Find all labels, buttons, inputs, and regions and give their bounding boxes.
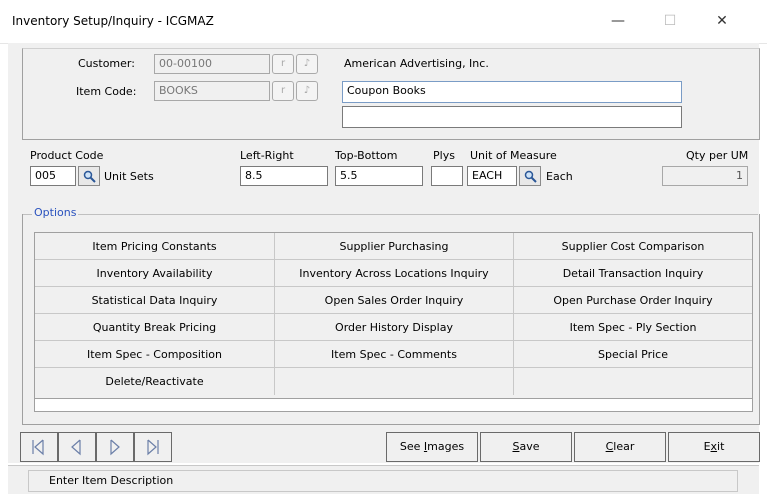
item-code-label: Item Code:: [76, 85, 137, 98]
uom-input[interactable]: EACH: [467, 166, 517, 186]
option-open-sales-order-inquiry[interactable]: Open Sales Order Inquiry: [275, 287, 514, 314]
left-right-label: Left-Right: [240, 149, 294, 162]
window-title: Inventory Setup/Inquiry - ICGMAZ: [12, 14, 214, 28]
exit-button[interactable]: Exit: [668, 432, 760, 462]
option-supplier-cost-comparison[interactable]: Supplier Cost Comparison: [514, 233, 752, 260]
product-code-lookup-button[interactable]: [78, 166, 100, 186]
options-legend: Options: [32, 206, 79, 219]
customer-edit-button[interactable]: ♪: [296, 54, 318, 74]
title-bar: Inventory Setup/Inquiry - ICGMAZ — ☐ ✕: [0, 0, 767, 44]
exit-label-pre: E: [703, 440, 711, 453]
option-item-spec-comments[interactable]: Item Spec - Comments: [275, 341, 514, 368]
uom-lookup-button[interactable]: [519, 166, 541, 186]
plys-input[interactable]: [431, 166, 463, 186]
option-quantity-break-pricing[interactable]: Quantity Break Pricing: [35, 314, 275, 341]
option-supplier-purchasing[interactable]: Supplier Purchasing: [275, 233, 514, 260]
qty-per-um-input[interactable]: 1: [662, 166, 748, 186]
next-record-button[interactable]: [96, 432, 134, 462]
option-item-spec-ply-section[interactable]: Item Spec - Ply Section: [514, 314, 752, 341]
option-delete-reactivate[interactable]: Delete/Reactivate: [35, 368, 275, 395]
item-description-2-input[interactable]: [342, 106, 682, 128]
option-inventory-availability[interactable]: Inventory Availability: [35, 260, 275, 287]
save-button[interactable]: Save: [480, 432, 572, 462]
option-item-spec-composition[interactable]: Item Spec - Composition: [35, 341, 275, 368]
options-grid: Item Pricing Constants Supplier Purchasi…: [34, 232, 753, 399]
see-images-label-pre: See: [399, 440, 424, 453]
uom-label: Unit of Measure: [470, 149, 557, 162]
last-record-button[interactable]: [134, 432, 172, 462]
item-code-input[interactable]: BOOKS: [154, 81, 270, 101]
option-detail-transaction-inquiry[interactable]: Detail Transaction Inquiry: [514, 260, 752, 287]
option-item-pricing-constants[interactable]: Item Pricing Constants: [35, 233, 275, 260]
item-description-input[interactable]: Coupon Books: [342, 81, 682, 103]
customer-name: American Advertising, Inc.: [344, 57, 489, 70]
magnifier-icon: [524, 170, 537, 183]
qty-per-um-label: Qty per UM: [686, 149, 749, 162]
option-empty-cell: [275, 368, 514, 395]
maximize-button[interactable]: ☐: [650, 8, 690, 34]
first-record-button[interactable]: [20, 432, 58, 462]
form-body: Customer: 00-00100 r ♪ American Advertis…: [8, 43, 760, 463]
option-order-history-display[interactable]: Order History Display: [275, 314, 514, 341]
option-open-purchase-order-inquiry[interactable]: Open Purchase Order Inquiry: [514, 287, 752, 314]
save-label-post: ave: [519, 440, 540, 453]
customer-label: Customer:: [78, 57, 135, 70]
clear-button[interactable]: Clear: [574, 432, 666, 462]
top-bottom-input[interactable]: 5.5: [335, 166, 423, 186]
customer-input[interactable]: 00-00100: [154, 54, 270, 74]
item-code-edit-button[interactable]: ♪: [296, 81, 318, 101]
option-empty-cell: [514, 368, 752, 395]
uom-desc: Each: [546, 170, 573, 183]
magnifier-icon: [83, 170, 96, 183]
product-code-label: Product Code: [30, 149, 104, 162]
previous-record-icon: [71, 439, 81, 456]
option-statistical-data-inquiry[interactable]: Statistical Data Inquiry: [35, 287, 275, 314]
product-code-desc: Unit Sets: [104, 170, 154, 183]
plys-label: Plys: [433, 149, 455, 162]
option-special-price[interactable]: Special Price: [514, 341, 752, 368]
see-images-button[interactable]: See Images: [386, 432, 478, 462]
status-message: Enter Item Description: [28, 470, 738, 492]
clear-label-post: lear: [613, 440, 635, 453]
see-images-label-post: mages: [427, 440, 465, 453]
minimize-button[interactable]: —: [598, 8, 638, 34]
next-record-icon: [110, 439, 120, 456]
left-right-input[interactable]: 8.5: [240, 166, 328, 186]
option-inventory-across-locations[interactable]: Inventory Across Locations Inquiry: [275, 260, 514, 287]
first-record-icon: [32, 439, 44, 456]
item-code-prev-button[interactable]: r: [272, 81, 294, 101]
status-bar: Enter Item Description: [8, 465, 759, 494]
product-code-input[interactable]: 005: [30, 166, 76, 186]
last-record-icon: [147, 439, 159, 456]
options-grid-footer: [34, 399, 753, 412]
exit-label-post: it: [717, 440, 725, 453]
close-button[interactable]: ✕: [702, 8, 742, 34]
top-bottom-label: Top-Bottom: [335, 149, 398, 162]
customer-prev-button[interactable]: r: [272, 54, 294, 74]
previous-record-button[interactable]: [58, 432, 96, 462]
